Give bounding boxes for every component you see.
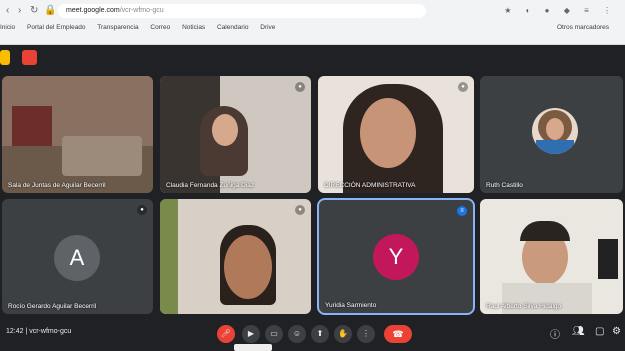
meet-control-bar: 12:42 | vcr-wfmo-gcu 🎤︎ ▶ ▭ ☺ ⬆ ✋ ⋮ ☎ ⓘ … [0,318,625,351]
bookmark-item[interactable]: Noticias [182,24,205,31]
participant-tile[interactable]: A ● Rocío Gerardo Aguilar Becerril [2,199,153,314]
participant-avatar: Y [373,234,419,280]
address-bar[interactable]: meet.google.com/vcr-wfmo-gcu [58,4,426,18]
leave-call-button[interactable]: ☎ [384,325,412,343]
participant-tile[interactable]: Sala de Juntas de Aguilar Becerril [2,76,153,193]
participant-name: Raul Alberto Silva Hidalgo [486,303,562,310]
bookmark-item[interactable]: Transparencia [97,24,138,31]
participant-name: Ruth Castillo [486,182,523,189]
mic-off-button[interactable]: 🎤︎ [217,325,235,343]
info-icon[interactable] [0,50,10,65]
room-window [12,106,52,146]
forward-icon[interactable]: › [18,5,21,16]
activities-icon[interactable]: ⚙ [612,326,621,337]
people-icon[interactable]: 👥︎ [572,326,585,337]
mic-muted-icon: ● [295,205,305,215]
participant-hair [520,221,570,241]
participant-tile[interactable]: Ruth Castillo [480,76,623,193]
participant-avatar: A [54,235,100,281]
recording-icon[interactable] [22,50,37,65]
participant-tile[interactable]: ● DIRECCIÓN ADMINISTRATIVA [318,76,474,193]
meeting-details-icon[interactable]: ⓘ [550,326,560,341]
meet-top-icons [0,48,60,68]
participant-photo [532,108,578,154]
reload-icon[interactable]: ↻ [30,5,38,16]
present-button[interactable]: ⬆ [311,325,329,343]
address-row: ‹ › ↻ 🔒 meet.google.com/vcr-wfmo-gcu ★ ◐… [0,2,625,20]
chat-icon[interactable]: ▢ [595,326,604,337]
participant-name: Yuridia Sarmiento [325,302,377,309]
participant-name: Sala de Juntas de Aguilar Becerril [8,182,106,189]
participant-face [360,98,416,168]
bookmark-item[interactable]: Correo [150,24,170,31]
captions-button[interactable]: ▭ [265,325,283,343]
meeting-info: 12:42 | vcr-wfmo-gcu [6,328,72,335]
participant-face [212,114,238,146]
participant-tile[interactable]: ● [160,199,311,314]
reactions-button[interactable]: ☺ [288,325,306,343]
participant-name: Claudia Fernanda Zuñiga Diaz [166,182,255,189]
lock-icon: 🔒 [44,5,57,16]
background-plant [160,199,178,314]
tooltip [234,344,272,351]
back-icon[interactable]: ‹ [6,5,9,16]
bookmark-item[interactable]: Calendario [217,24,248,31]
participant-tile-active-speaker[interactable]: Y ≡ Yuridia Sarmiento [317,198,475,315]
participant-tile[interactable]: Raul Alberto Silva Hidalgo [480,199,623,314]
mic-muted-icon: ● [458,82,468,92]
mic-muted-icon: ● [295,82,305,92]
camera-button[interactable]: ▶ [242,325,260,343]
participant-tile[interactable]: ● Claudia Fernanda Zuñiga Diaz [160,76,311,193]
participant-name: DIRECCIÓN ADMINISTRATIVA [324,182,416,189]
bookmark-item[interactable]: Portal del Empleado [27,24,86,31]
raise-hand-button[interactable]: ✋ [334,325,352,343]
toolbar-extension-icons[interactable]: ★ ◐ ● ◆ ≡ ⋮ [504,6,617,15]
speaking-indicator-icon: ≡ [457,206,467,216]
browser-chrome: ‹ › ↻ 🔒 meet.google.com/vcr-wfmo-gcu ★ ◐… [0,0,625,45]
bookmark-item[interactable]: Inicio [0,24,15,31]
url-path: /vcr-wfmo-gcu [119,7,164,14]
meeting-table [62,136,142,176]
bookmarks-bar: Inicio Portal del Empleado Transparencia… [0,24,625,38]
mic-muted-icon: ● [137,205,147,215]
participant-face [224,235,272,299]
other-bookmarks[interactable]: Otros marcadores [557,24,609,31]
background-object [598,239,618,279]
bookmark-item[interactable]: Drive [260,24,275,31]
participant-name: Rocío Gerardo Aguilar Becerril [8,303,97,310]
url-host: meet.google.com [66,7,120,14]
more-options-button[interactable]: ⋮ [357,325,375,343]
